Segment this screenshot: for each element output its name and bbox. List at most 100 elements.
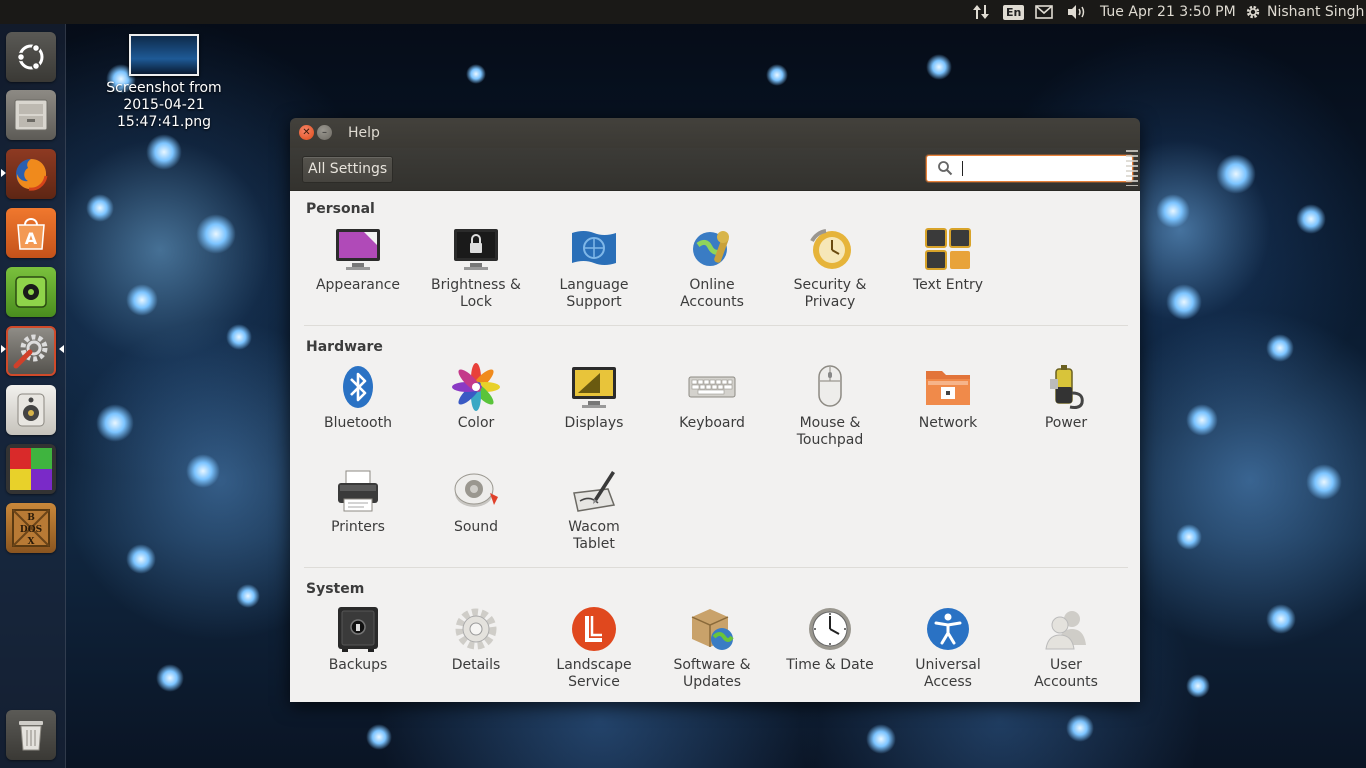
language-badge: En <box>1003 5 1025 20</box>
brightness-lock-icon <box>452 225 500 273</box>
software-updates-item[interactable]: Software & Updates <box>653 605 771 691</box>
appearance-icon <box>334 225 382 273</box>
landscape-service-item[interactable]: Landscape Service <box>535 605 653 691</box>
printers-label-1: Printers <box>331 519 385 535</box>
search-input[interactable] <box>961 156 1121 181</box>
minimize-window-button[interactable]: – <box>317 125 332 140</box>
time-date-item[interactable]: Time & Date <box>771 605 889 674</box>
printers-item[interactable]: Printers <box>299 467 417 536</box>
window-toolbar: All Settings <box>290 148 1140 191</box>
universal-access-item[interactable]: Universal Access <box>889 605 1007 691</box>
language-label-1: Language <box>559 277 629 293</box>
bluetooth-item[interactable]: Bluetooth <box>299 363 417 432</box>
desktop-screenshot-file[interactable]: Screenshot from 2015-04-21 15:47:41.png <box>99 34 229 131</box>
appearance-label-1: Appearance <box>315 277 401 293</box>
firefox-icon[interactable] <box>6 149 56 199</box>
mouse-label-1: Mouse & <box>799 415 861 431</box>
search-field[interactable] <box>926 155 1133 182</box>
software-updates-icon <box>688 605 736 653</box>
language-flag-icon <box>570 225 618 273</box>
security-label-2: Privacy <box>804 294 856 310</box>
user-accounts-icon <box>1042 605 1090 653</box>
file-label-line2: 2015-04-21 <box>123 97 205 113</box>
text-entry-label-1: Text Entry <box>912 277 983 293</box>
appearance-item[interactable]: Appearance <box>299 225 417 294</box>
wacom-tablet-icon <box>570 467 618 515</box>
displays-icon <box>570 363 618 411</box>
user-accounts-item[interactable]: User Accounts <box>1007 605 1125 691</box>
ubuntu-dash-icon[interactable] <box>6 32 56 82</box>
datetime-indicator[interactable]: Tue Apr 21 3:50 PM <box>1100 0 1236 24</box>
all-settings-button[interactable]: All Settings <box>302 156 394 183</box>
details-gear-icon <box>452 605 500 653</box>
mail-icon[interactable] <box>1035 0 1053 24</box>
displays-item[interactable]: Displays <box>535 363 653 432</box>
green-app-icon[interactable] <box>6 267 56 317</box>
security-label-1: Security & <box>793 277 867 293</box>
settings-window: ✕ – Help All Settings Personal Appearanc… <box>290 118 1140 702</box>
section-hardware: Hardware <box>306 339 383 355</box>
files-icon[interactable] <box>6 90 56 140</box>
landscape-label-1: Landscape <box>556 657 632 673</box>
svg-text:X: X <box>28 537 35 547</box>
file-label-line3: 15:47:41.png <box>117 114 211 130</box>
online-accounts-icon <box>688 225 736 273</box>
sound-item[interactable]: Sound <box>417 467 535 536</box>
keyboard-layout-indicator[interactable]: En <box>1003 0 1025 24</box>
user-name[interactable]: Nishant Singh <box>1267 0 1364 24</box>
trash-icon[interactable] <box>6 710 56 760</box>
details-item[interactable]: Details <box>417 605 535 674</box>
printer-icon <box>334 467 382 515</box>
color-flower-icon <box>452 363 500 411</box>
backups-item[interactable]: Backups <box>299 605 417 674</box>
online-label-1: Online <box>689 277 735 293</box>
file-thumbnail <box>129 34 199 76</box>
mouse-label-2: Touchpad <box>796 432 864 448</box>
svg-text:DOS: DOS <box>20 525 42 535</box>
details-label-1: Details <box>451 657 501 673</box>
session-gear-icon[interactable] <box>1244 0 1262 24</box>
toolbar-grip <box>1126 150 1138 186</box>
file-label-line1: Screenshot from <box>106 80 222 96</box>
power-battery-icon <box>1042 363 1090 411</box>
volume-icon[interactable] <box>1066 0 1088 24</box>
window-title: Help <box>348 125 380 141</box>
close-window-button[interactable]: ✕ <box>299 125 314 140</box>
power-item[interactable]: Power <box>1007 363 1125 432</box>
language-support-item[interactable]: Language Support <box>535 225 653 311</box>
backups-label-1: Backups <box>328 657 388 673</box>
mouse-icon <box>806 363 854 411</box>
online-accounts-item[interactable]: Online Accounts <box>653 225 771 311</box>
color-item[interactable]: Color <box>417 363 535 432</box>
keyboard-item[interactable]: Keyboard <box>653 363 771 432</box>
window-titlebar[interactable]: ✕ – Help <box>290 118 1140 148</box>
section-divider <box>304 567 1128 568</box>
power-label-1: Power <box>1044 415 1088 431</box>
dosbox-icon[interactable]: B DOS X <box>6 503 56 553</box>
section-personal: Personal <box>306 201 375 217</box>
landscape-label-2: Service <box>568 674 620 690</box>
system-settings-icon[interactable] <box>6 326 56 376</box>
settings-content: Personal Appearance Brightness & Lock La… <box>290 191 1140 702</box>
online-label-2: Accounts <box>680 294 744 310</box>
color-label-1: Color <box>457 415 495 431</box>
software-center-icon[interactable]: A <box>6 208 56 258</box>
universal-label-1: Universal <box>915 657 981 673</box>
bluetooth-label-1: Bluetooth <box>324 415 392 431</box>
text-entry-item[interactable]: Text Entry <box>889 225 1007 294</box>
text-entry-keys-icon <box>924 225 972 273</box>
section-system: System <box>306 581 365 597</box>
sound-speaker-icon <box>452 467 500 515</box>
clock-icon <box>806 605 854 653</box>
language-label-2: Support <box>566 294 622 310</box>
security-privacy-item[interactable]: Security & Privacy <box>771 225 889 311</box>
speaker-icon[interactable] <box>6 385 56 435</box>
blocks-game-icon[interactable] <box>6 444 56 494</box>
brightness-lock-item[interactable]: Brightness & Lock <box>417 225 535 311</box>
keyboard-icon <box>688 363 736 411</box>
top-panel: En Tue Apr 21 3:50 PM Nishant Singh <box>0 0 1366 24</box>
wacom-tablet-item[interactable]: Wacom Tablet <box>535 467 653 553</box>
network-updown-icon[interactable] <box>972 0 990 24</box>
network-item[interactable]: Network <box>889 363 1007 432</box>
mouse-touchpad-item[interactable]: Mouse & Touchpad <box>771 363 889 449</box>
